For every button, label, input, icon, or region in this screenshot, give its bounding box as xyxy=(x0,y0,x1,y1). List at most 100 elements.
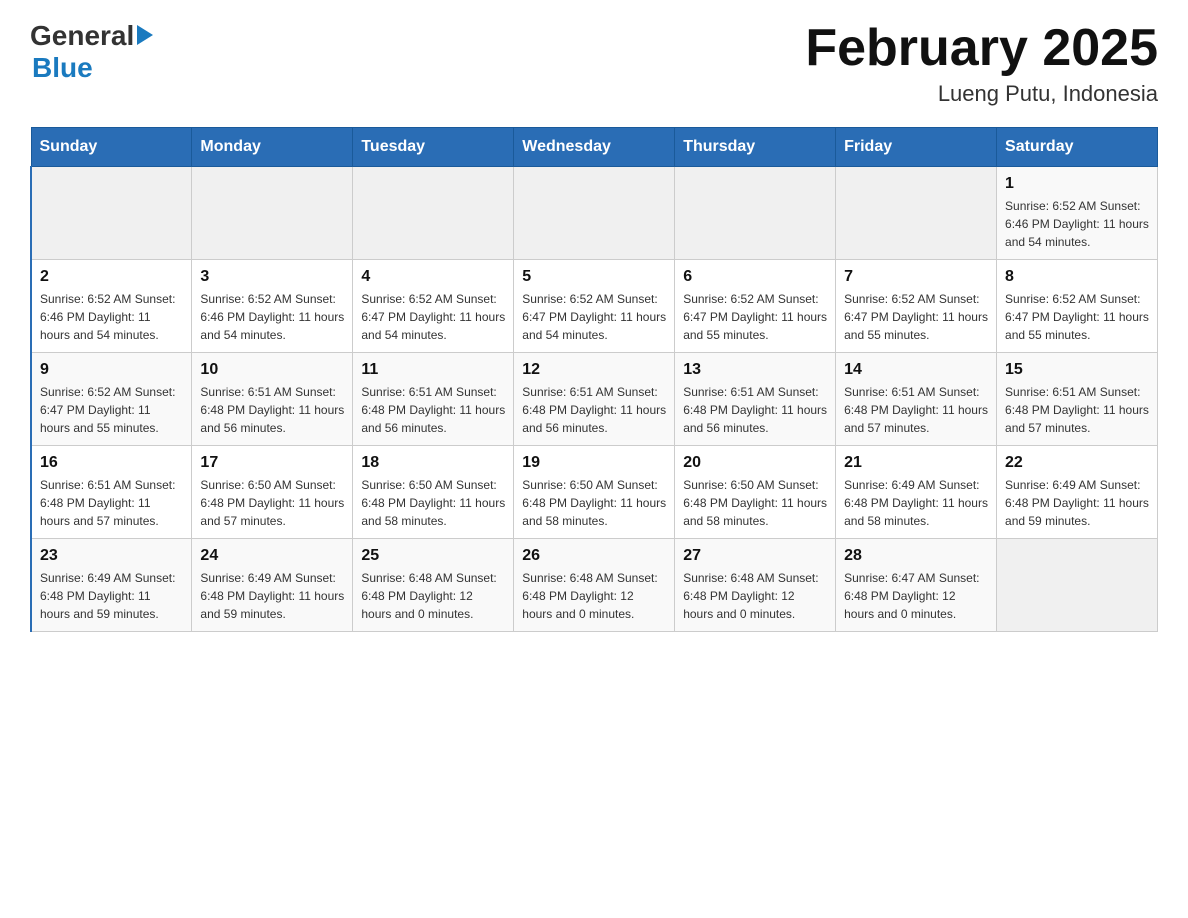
day-number: 24 xyxy=(200,547,344,565)
calendar-cell: 24 Sunrise: 6:49 AM Sunset: 6:48 PM Dayli… xyxy=(192,539,353,632)
day-number: 15 xyxy=(1005,361,1149,379)
calendar-cell: 9 Sunrise: 6:52 AM Sunset: 6:47 PM Daylig… xyxy=(31,353,192,446)
day-number: 28 xyxy=(844,547,988,565)
day-number: 25 xyxy=(361,547,505,565)
calendar-cell: 13 Sunrise: 6:51 AM Sunset: 6:48 PM Dayli… xyxy=(675,353,836,446)
calendar-cell xyxy=(31,167,192,260)
weekday-header-row: SundayMondayTuesdayWednesdayThursdayFrid… xyxy=(31,128,1158,167)
calendar-cell: 17 Sunrise: 6:50 AM Sunset: 6:48 PM Dayli… xyxy=(192,446,353,539)
day-info: Sunrise: 6:49 AM Sunset: 6:48 PM Dayligh… xyxy=(200,569,344,623)
day-number: 26 xyxy=(522,547,666,565)
calendar-cell: 1 Sunrise: 6:52 AM Sunset: 6:46 PM Daylig… xyxy=(997,167,1158,260)
calendar-cell: 20 Sunrise: 6:50 AM Sunset: 6:48 PM Dayli… xyxy=(675,446,836,539)
calendar-cell xyxy=(192,167,353,260)
calendar-cell: 12Sunrise: 6:51 AM Sunset: 6:48 PM Dayli… xyxy=(514,353,675,446)
day-info: Sunrise: 6:51 AM Sunset: 6:48 PM Dayligh… xyxy=(683,383,827,437)
calendar-cell: 5Sunrise: 6:52 AM Sunset: 6:47 PM Daylig… xyxy=(514,260,675,353)
day-number: 21 xyxy=(844,454,988,472)
calendar-cell: 6 Sunrise: 6:52 AM Sunset: 6:47 PM Daylig… xyxy=(675,260,836,353)
calendar-cell: 21 Sunrise: 6:49 AM Sunset: 6:48 PM Dayli… xyxy=(836,446,997,539)
calendar-cell: 19 Sunrise: 6:50 AM Sunset: 6:48 PM Dayli… xyxy=(514,446,675,539)
weekday-header-thursday: Thursday xyxy=(675,128,836,167)
day-info: Sunrise: 6:51 AM Sunset: 6:48 PM Dayligh… xyxy=(40,476,183,530)
calendar-cell: 28 Sunrise: 6:47 AM Sunset: 6:48 PM Dayli… xyxy=(836,539,997,632)
logo-blue-text: Blue xyxy=(32,52,93,83)
day-info: Sunrise: 6:52 AM Sunset: 6:46 PM Dayligh… xyxy=(40,290,183,344)
day-info: Sunrise: 6:51 AM Sunset: 6:48 PM Dayligh… xyxy=(844,383,988,437)
day-number: 9 xyxy=(40,361,183,379)
weekday-header-tuesday: Tuesday xyxy=(353,128,514,167)
calendar-cell: 4Sunrise: 6:52 AM Sunset: 6:47 PM Daylig… xyxy=(353,260,514,353)
day-info: Sunrise: 6:52 AM Sunset: 6:47 PM Dayligh… xyxy=(522,290,666,344)
day-number: 1 xyxy=(1005,175,1149,193)
day-info: Sunrise: 6:52 AM Sunset: 6:46 PM Dayligh… xyxy=(1005,197,1149,251)
day-number: 8 xyxy=(1005,268,1149,286)
calendar-cell: 16Sunrise: 6:51 AM Sunset: 6:48 PM Dayli… xyxy=(31,446,192,539)
calendar-cell: 18 Sunrise: 6:50 AM Sunset: 6:48 PM Dayli… xyxy=(353,446,514,539)
day-info: Sunrise: 6:52 AM Sunset: 6:47 PM Dayligh… xyxy=(683,290,827,344)
calendar-title: February 2025 xyxy=(805,20,1158,77)
day-number: 18 xyxy=(361,454,505,472)
calendar-cell: 23 Sunrise: 6:49 AM Sunset: 6:48 PM Dayli… xyxy=(31,539,192,632)
day-number: 12 xyxy=(522,361,666,379)
day-info: Sunrise: 6:49 AM Sunset: 6:48 PM Dayligh… xyxy=(1005,476,1149,530)
calendar-cell: 15Sunrise: 6:51 AM Sunset: 6:48 PM Dayli… xyxy=(997,353,1158,446)
calendar-cell xyxy=(836,167,997,260)
calendar-table: SundayMondayTuesdayWednesdayThursdayFrid… xyxy=(30,127,1158,632)
day-info: Sunrise: 6:51 AM Sunset: 6:48 PM Dayligh… xyxy=(361,383,505,437)
calendar-cell xyxy=(353,167,514,260)
calendar-cell: 11Sunrise: 6:51 AM Sunset: 6:48 PM Dayli… xyxy=(353,353,514,446)
day-info: Sunrise: 6:49 AM Sunset: 6:48 PM Dayligh… xyxy=(844,476,988,530)
day-info: Sunrise: 6:50 AM Sunset: 6:48 PM Dayligh… xyxy=(361,476,505,530)
title-section: February 2025 Lueng Putu, Indonesia xyxy=(805,20,1158,107)
calendar-cell: 25 Sunrise: 6:48 AM Sunset: 6:48 PM Dayli… xyxy=(353,539,514,632)
day-info: Sunrise: 6:48 AM Sunset: 6:48 PM Dayligh… xyxy=(683,569,827,623)
calendar-week-row: 9 Sunrise: 6:52 AM Sunset: 6:47 PM Daylig… xyxy=(31,353,1158,446)
weekday-header-saturday: Saturday xyxy=(997,128,1158,167)
day-number: 19 xyxy=(522,454,666,472)
day-info: Sunrise: 6:52 AM Sunset: 6:47 PM Dayligh… xyxy=(361,290,505,344)
day-info: Sunrise: 6:50 AM Sunset: 6:48 PM Dayligh… xyxy=(200,476,344,530)
day-number: 27 xyxy=(683,547,827,565)
day-number: 22 xyxy=(1005,454,1149,472)
day-info: Sunrise: 6:48 AM Sunset: 6:48 PM Dayligh… xyxy=(522,569,666,623)
day-number: 10 xyxy=(200,361,344,379)
day-number: 6 xyxy=(683,268,827,286)
day-number: 14 xyxy=(844,361,988,379)
day-number: 13 xyxy=(683,361,827,379)
logo-general-text: General xyxy=(30,20,134,52)
calendar-cell xyxy=(514,167,675,260)
calendar-cell: 22 Sunrise: 6:49 AM Sunset: 6:48 PM Dayli… xyxy=(997,446,1158,539)
page-header: General Blue February 2025 Lueng Putu, I… xyxy=(30,20,1158,107)
calendar-week-row: 23 Sunrise: 6:49 AM Sunset: 6:48 PM Dayli… xyxy=(31,539,1158,632)
calendar-week-row: 1 Sunrise: 6:52 AM Sunset: 6:46 PM Daylig… xyxy=(31,167,1158,260)
day-info: Sunrise: 6:52 AM Sunset: 6:47 PM Dayligh… xyxy=(40,383,183,437)
logo: General Blue xyxy=(30,20,153,84)
calendar-cell xyxy=(675,167,836,260)
day-info: Sunrise: 6:50 AM Sunset: 6:48 PM Dayligh… xyxy=(683,476,827,530)
day-number: 23 xyxy=(40,547,183,565)
weekday-header-wednesday: Wednesday xyxy=(514,128,675,167)
day-number: 7 xyxy=(844,268,988,286)
day-number: 20 xyxy=(683,454,827,472)
day-info: Sunrise: 6:47 AM Sunset: 6:48 PM Dayligh… xyxy=(844,569,988,623)
day-info: Sunrise: 6:49 AM Sunset: 6:48 PM Dayligh… xyxy=(40,569,183,623)
calendar-subtitle: Lueng Putu, Indonesia xyxy=(805,81,1158,107)
calendar-week-row: 16Sunrise: 6:51 AM Sunset: 6:48 PM Dayli… xyxy=(31,446,1158,539)
calendar-cell: 10Sunrise: 6:51 AM Sunset: 6:48 PM Dayli… xyxy=(192,353,353,446)
weekday-header-friday: Friday xyxy=(836,128,997,167)
day-number: 3 xyxy=(200,268,344,286)
calendar-week-row: 2Sunrise: 6:52 AM Sunset: 6:46 PM Daylig… xyxy=(31,260,1158,353)
day-number: 17 xyxy=(200,454,344,472)
logo-arrow-icon xyxy=(137,25,153,45)
day-info: Sunrise: 6:48 AM Sunset: 6:48 PM Dayligh… xyxy=(361,569,505,623)
day-info: Sunrise: 6:52 AM Sunset: 6:47 PM Dayligh… xyxy=(1005,290,1149,344)
weekday-header-monday: Monday xyxy=(192,128,353,167)
calendar-cell: 26 Sunrise: 6:48 AM Sunset: 6:48 PM Dayli… xyxy=(514,539,675,632)
calendar-cell: 7 Sunrise: 6:52 AM Sunset: 6:47 PM Daylig… xyxy=(836,260,997,353)
day-info: Sunrise: 6:50 AM Sunset: 6:48 PM Dayligh… xyxy=(522,476,666,530)
calendar-cell: 3Sunrise: 6:52 AM Sunset: 6:46 PM Daylig… xyxy=(192,260,353,353)
calendar-cell: 8 Sunrise: 6:52 AM Sunset: 6:47 PM Daylig… xyxy=(997,260,1158,353)
day-info: Sunrise: 6:52 AM Sunset: 6:47 PM Dayligh… xyxy=(844,290,988,344)
calendar-cell: 14 Sunrise: 6:51 AM Sunset: 6:48 PM Dayli… xyxy=(836,353,997,446)
